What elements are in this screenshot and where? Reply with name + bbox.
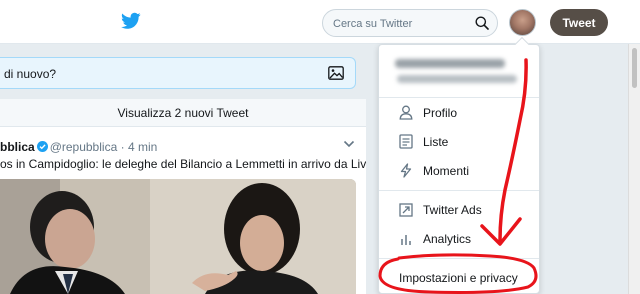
menu-item-analytics[interactable]: Analytics (379, 227, 539, 251)
chevron-down-icon[interactable] (343, 139, 355, 149)
timeline: Visualizza 2 nuovi Tweet bblica @repubbli… (0, 99, 366, 294)
tweet-timestamp[interactable]: 4 min (128, 140, 157, 154)
menu-item-profilo[interactable]: Profilo (379, 101, 539, 125)
compose-placeholder: di nuovo? (4, 67, 57, 81)
user-avatar[interactable] (509, 9, 536, 36)
blurred-account-info[interactable] (395, 57, 519, 87)
bar-chart-icon (401, 235, 411, 245)
menu-item-label: Liste (423, 135, 449, 149)
list-icon (399, 134, 413, 149)
menu-divider (379, 97, 539, 98)
compose-tweet-box[interactable]: di nuovo? (0, 57, 356, 89)
search-input[interactable] (333, 15, 473, 33)
tweet-separator: · (120, 140, 125, 154)
blurred-display-name (395, 59, 505, 68)
menu-item-label: Analytics (423, 232, 472, 246)
lightning-icon (400, 163, 412, 178)
menu-divider (379, 258, 539, 259)
search-icon[interactable] (475, 16, 489, 30)
tweet-header: bblica @repubblica · 4 min (0, 140, 157, 154)
show-new-tweets-bar[interactable]: Visualizza 2 nuovi Tweet (0, 99, 366, 127)
scrollbar-thumb[interactable] (632, 48, 637, 88)
tweet-author-handle[interactable]: @repubblica (50, 140, 118, 154)
scrollbar[interactable] (628, 44, 640, 294)
menu-divider (379, 190, 539, 191)
account-dropdown-menu: Profilo Liste Momenti Twitter Ads Analyt… (378, 36, 540, 294)
tweet-photo-illustration (0, 179, 356, 294)
user-icon (399, 105, 413, 120)
image-icon[interactable] (328, 66, 344, 80)
external-link-icon (399, 203, 413, 217)
tweet-text: os in Campidoglio: le deleghe del Bilanc… (0, 157, 366, 171)
menu-item-label: Momenti (423, 164, 470, 178)
top-navigation-bar: Tweet (0, 0, 640, 44)
menu-item-momenti[interactable]: Momenti (379, 159, 539, 183)
menu-item-impostazioni-e-privacy[interactable]: Impostazioni e privacy (379, 266, 539, 290)
menu-item-twitter-ads[interactable]: Twitter Ads (379, 198, 539, 222)
twitter-bird-icon[interactable] (121, 12, 141, 30)
menu-item-label: Impostazioni e privacy (399, 271, 518, 285)
menu-item-label: Profilo (423, 106, 458, 120)
verified-badge-icon (36, 141, 48, 152)
tweet-media-image[interactable] (0, 179, 356, 294)
tweet-button[interactable]: Tweet (550, 9, 608, 36)
tweet-author-name[interactable]: bblica (0, 140, 35, 154)
search-box[interactable] (322, 9, 498, 37)
menu-item-liste[interactable]: Liste (379, 130, 539, 154)
blurred-user-handle (397, 75, 517, 83)
menu-item-label: Twitter Ads (423, 203, 482, 217)
